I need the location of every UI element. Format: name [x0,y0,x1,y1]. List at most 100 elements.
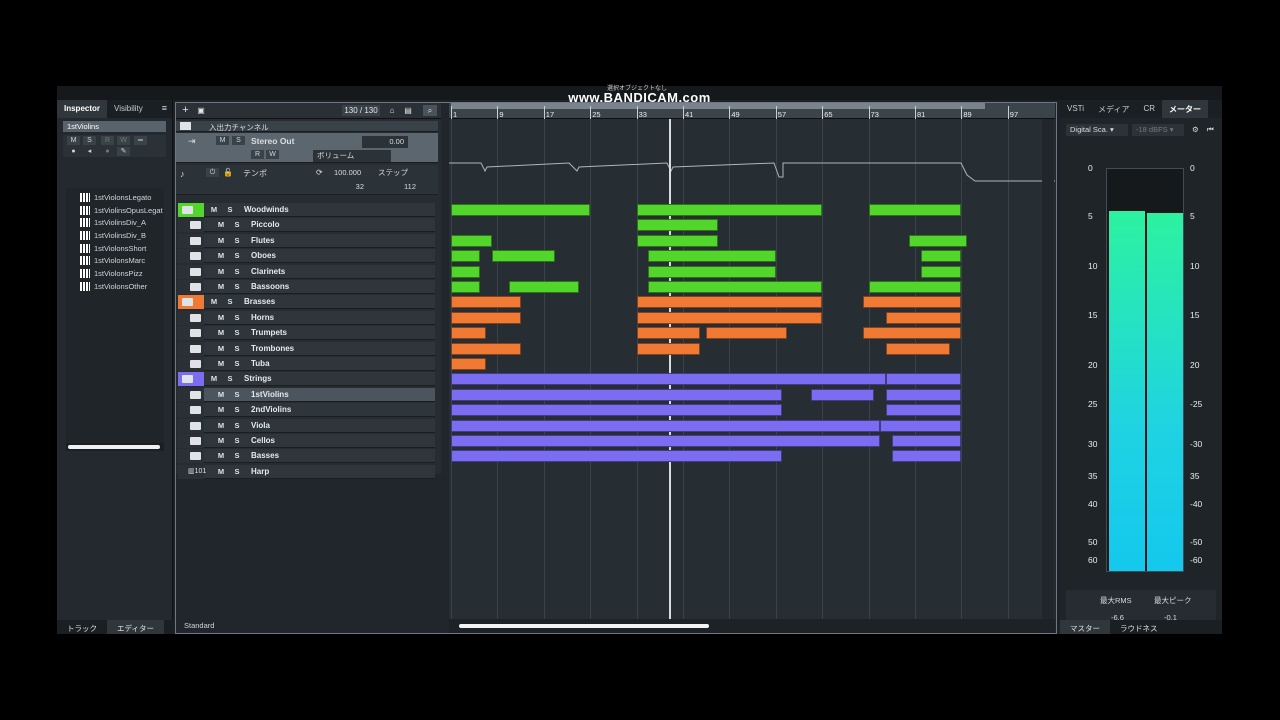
midi-event[interactable] [886,373,962,386]
track-flutes[interactable]: M S Flutes [178,233,435,248]
midi-event[interactable] [886,388,962,401]
solo-button[interactable]: S [83,136,96,145]
track-brasses[interactable]: M S Brasses [178,295,435,310]
midi-event[interactable] [451,327,486,340]
list-item[interactable]: 1stViolinsDiv_A [80,216,164,229]
solo-button[interactable]: S [224,374,236,384]
track-piccolo[interactable]: M S Piccolo [178,218,435,233]
midi-event[interactable] [648,281,823,293]
midi-event[interactable] [451,404,782,417]
list-icon[interactable]: ▤ [402,105,414,116]
midi-event[interactable] [880,419,962,432]
mute-button[interactable]: M [208,297,220,307]
mute-button[interactable]: M [215,251,227,261]
write-button[interactable]: W [117,136,130,145]
list-item[interactable]: 1stViolonsLegato [80,191,164,204]
midi-event[interactable] [451,204,591,216]
list-item[interactable]: 1stViolinsOpusLegat [80,204,164,217]
midi-event[interactable] [636,296,823,309]
midi-event[interactable] [451,342,521,355]
volume-field[interactable]: 0.00 [362,136,408,148]
mute-button[interactable]: M [208,374,220,384]
track-viola[interactable]: M S Viola [178,418,435,433]
tab-inspector[interactable]: Inspector [57,100,108,118]
midi-event[interactable] [451,358,486,370]
gear-icon[interactable]: ⚙ [1188,124,1199,136]
track-tuba[interactable]: M S Tuba [178,357,435,371]
home-icon[interactable]: ⌂ [386,105,398,116]
timeline-ruler[interactable]: 1 9 17 25 33 41 49 57 65 73 81 89 97 [449,103,1055,119]
cycle-range[interactable] [451,103,985,109]
solo-button[interactable]: S [231,390,243,400]
midi-event[interactable] [451,450,782,463]
edit-icon[interactable]: ✎ [117,147,130,156]
midi-event[interactable] [451,373,886,386]
midi-event[interactable] [451,234,492,247]
midi-event[interactable] [636,342,701,355]
midi-event[interactable] [920,250,962,263]
solo-button[interactable]: S [231,251,243,261]
list-item[interactable]: 1stViolonsPizz [80,267,164,280]
tab-editor[interactable]: エディター [107,620,164,634]
solo-button[interactable]: S [224,297,236,307]
midi-event[interactable] [706,327,788,340]
skip-back-icon[interactable]: ⏮ [1203,124,1214,136]
solo-button[interactable]: S [231,359,243,369]
mute-button[interactable]: M [215,236,227,246]
solo-button[interactable]: S [231,267,243,277]
midi-event[interactable] [451,419,881,432]
midi-event[interactable] [451,388,782,401]
midi-event[interactable] [491,250,556,263]
tab-media[interactable]: メディア [1091,100,1136,118]
mute-button[interactable]: M [215,390,227,400]
mute-button[interactable]: M [215,328,227,338]
track-harp[interactable]: ▥101 M S Harp [178,464,435,479]
tab-vsti[interactable]: VSTi [1060,100,1091,118]
solo-button[interactable]: S [231,220,243,230]
solo-button[interactable]: S [231,282,243,292]
midi-event[interactable] [636,311,823,324]
solo-button[interactable]: S [231,328,243,338]
menu-icon[interactable]: ≡ [157,100,172,118]
midi-event[interactable] [862,296,962,309]
lanes-icon[interactable]: ═ [134,136,147,145]
read-button[interactable]: R [251,150,264,159]
solo-button[interactable]: S [231,344,243,354]
meter-type-select[interactable]: Digital Sca. ▾ [1066,124,1128,136]
midi-event[interactable] [648,265,776,278]
mute-button[interactable]: M [215,282,227,292]
midi-event[interactable] [909,234,968,247]
solo-button[interactable]: S [231,236,243,246]
record-icon[interactable]: ● [67,147,80,156]
power-icon[interactable]: ⏻ [206,168,219,177]
tempo-mode[interactable]: ステップ [374,167,420,179]
midi-event[interactable] [891,435,962,447]
solo-button[interactable]: S [231,405,243,415]
read-button[interactable]: R [101,136,114,145]
tab-cr[interactable]: CR [1137,100,1163,118]
mute-button[interactable]: M [216,136,229,145]
solo-button[interactable]: S [231,436,243,446]
scroll-thumb[interactable] [68,445,160,449]
track-clarinets[interactable]: M S Clarinets [178,264,435,279]
tempo-min[interactable]: 32 [336,181,368,193]
midi-event[interactable] [451,250,480,263]
midi-event[interactable] [886,404,962,417]
midi-event[interactable] [451,435,881,447]
midi-event[interactable] [648,250,776,263]
solo-button[interactable]: S [231,421,243,431]
lock-icon[interactable]: 🔓 [223,168,233,177]
tempo-track[interactable]: ♪ ⏻ 🔓 テンポ ⟳ 100.000 ステップ 32 112 [176,165,438,195]
tempo-sync-icon[interactable]: ⟳ [316,168,323,177]
track-2ndviolins[interactable]: M S 2ndViolins [178,403,435,418]
midi-event[interactable] [886,311,962,324]
track-trumpets[interactable]: M S Trumpets [178,326,435,341]
solo-button[interactable]: S [232,136,245,145]
track-basses[interactable]: M S Basses [178,449,435,464]
track-trombones[interactable]: M S Trombones [178,341,435,356]
event-display[interactable] [449,119,1055,619]
track-horns[interactable]: M S Horns [178,310,435,325]
list-item[interactable]: 1stViolonsShort [80,242,164,255]
playhead-cursor[interactable] [669,119,671,619]
tab-meter[interactable]: メーター [1162,100,1209,118]
